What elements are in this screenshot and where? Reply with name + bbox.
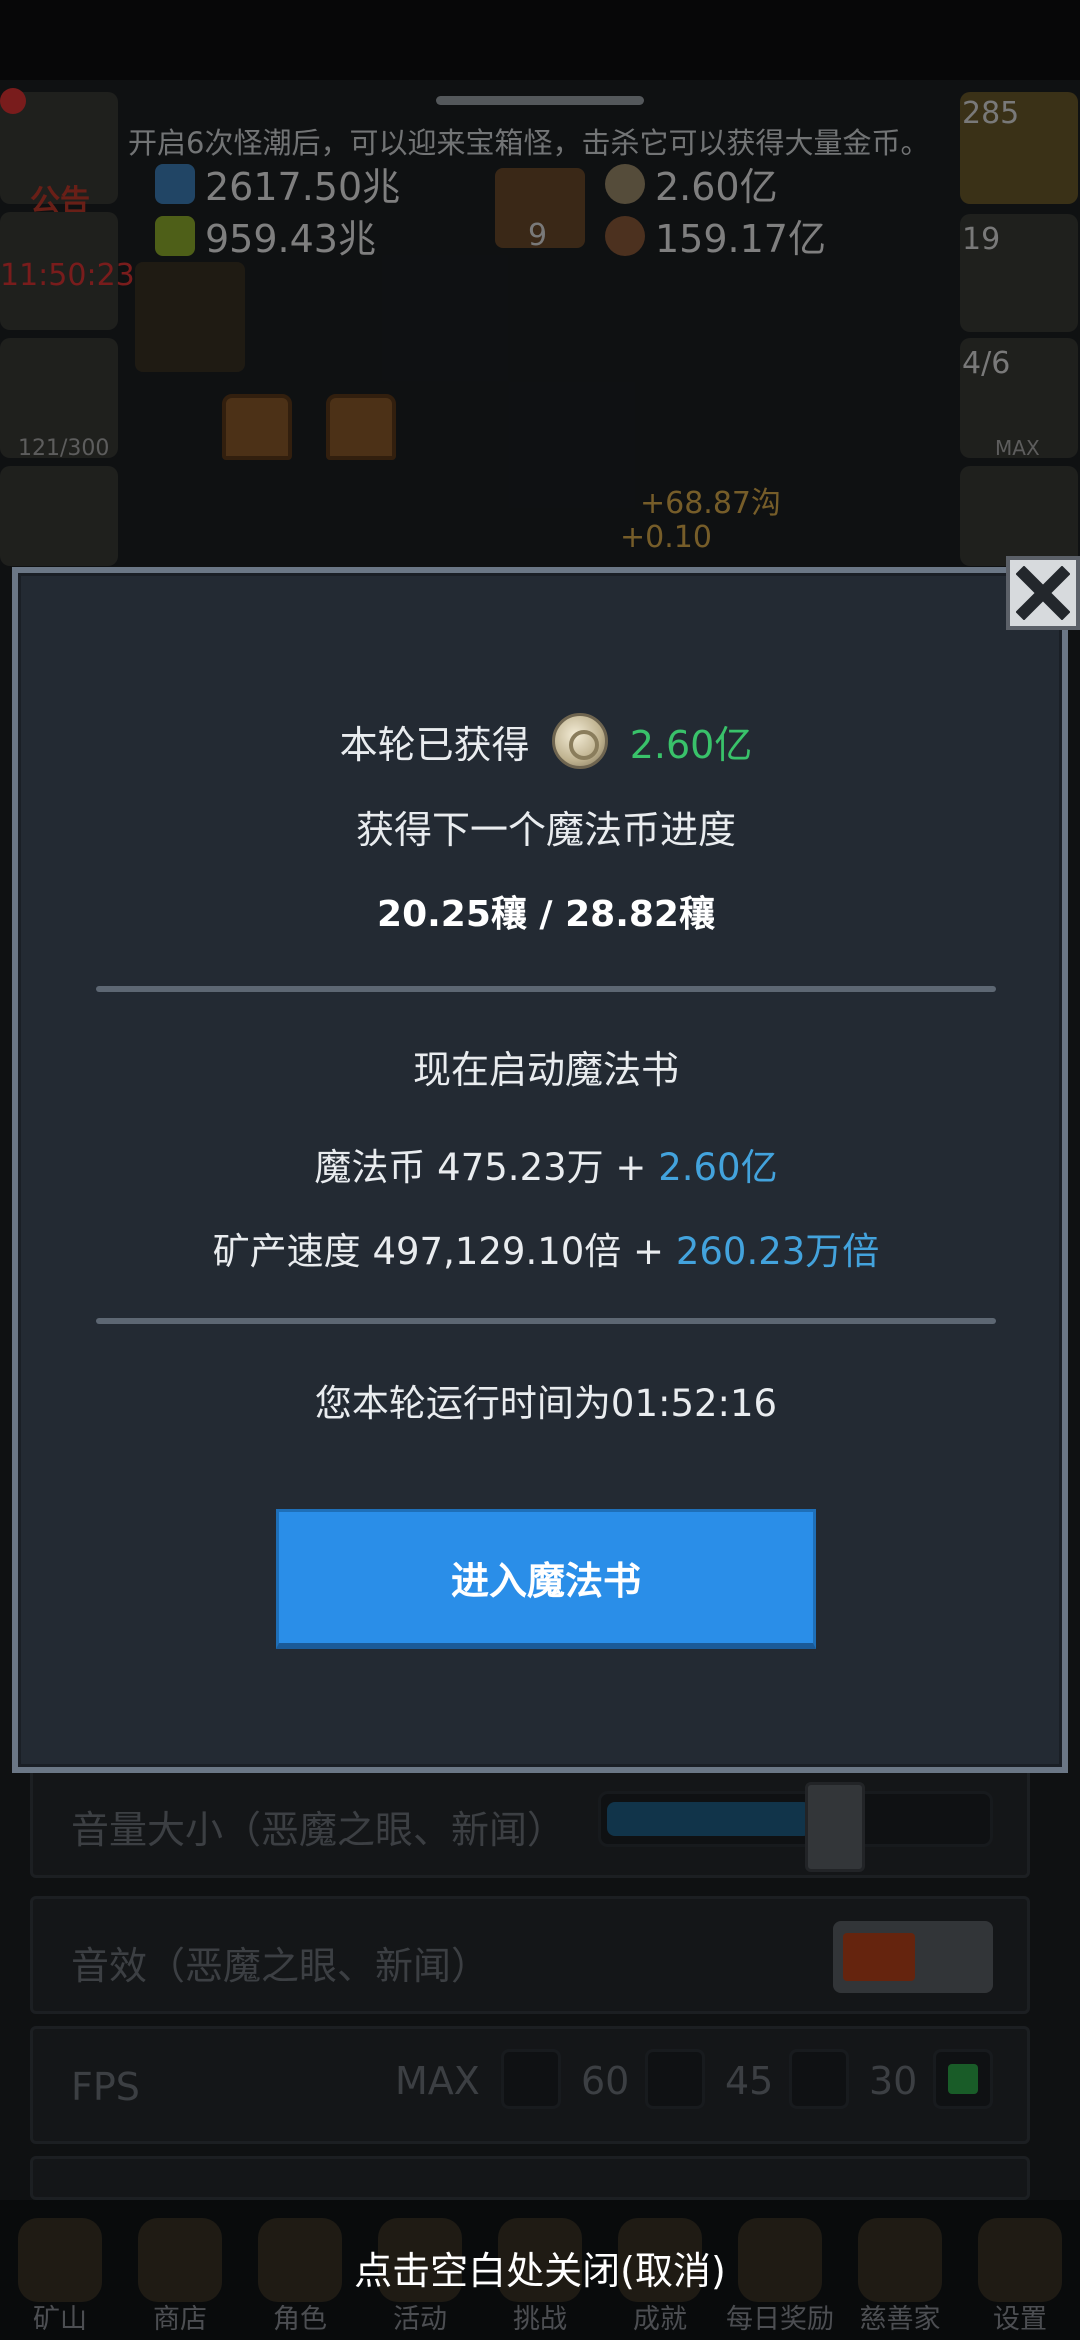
enter-magic-book-button[interactable]: 进入魔法书: [276, 1509, 816, 1649]
earned-row: 本轮已获得 2.60亿: [18, 713, 1074, 769]
runtime-text: 您本轮运行时间为01:52:16: [314, 1382, 778, 1425]
earned-label: 本轮已获得: [339, 722, 530, 767]
magic-coins-line: 魔法币 475.23万 + 2.60亿: [18, 1137, 1074, 1191]
mining-speed-label: 矿产速度 497,129.10倍 +: [212, 1230, 665, 1273]
close-button[interactable]: [1006, 556, 1080, 630]
progress-value: 20.25穰 / 28.82穰: [377, 894, 715, 935]
mining-speed-bonus: 260.23万倍: [675, 1230, 880, 1273]
tap-outside-hint: 点击空白处关闭(取消): [354, 2249, 726, 2293]
divider: [96, 1318, 996, 1324]
earned-value: 2.60亿: [629, 722, 753, 767]
magic-coins-bonus: 2.60亿: [658, 1146, 778, 1189]
magic-book-dialog: 本轮已获得 2.60亿 获得下一个魔法币进度 20.25穰 / 28.82穰 现…: [12, 567, 1068, 1773]
divider: [96, 986, 996, 992]
progress-title: 获得下一个魔法币进度: [355, 808, 736, 852]
start-title: 现在启动魔法书: [412, 1048, 679, 1092]
mining-speed-line: 矿产速度 497,129.10倍 + 260.23万倍: [18, 1221, 1074, 1275]
magic-coin-icon: [551, 713, 608, 769]
magic-coins-label: 魔法币 475.23万 +: [314, 1146, 647, 1189]
close-icon: [1016, 566, 1070, 620]
